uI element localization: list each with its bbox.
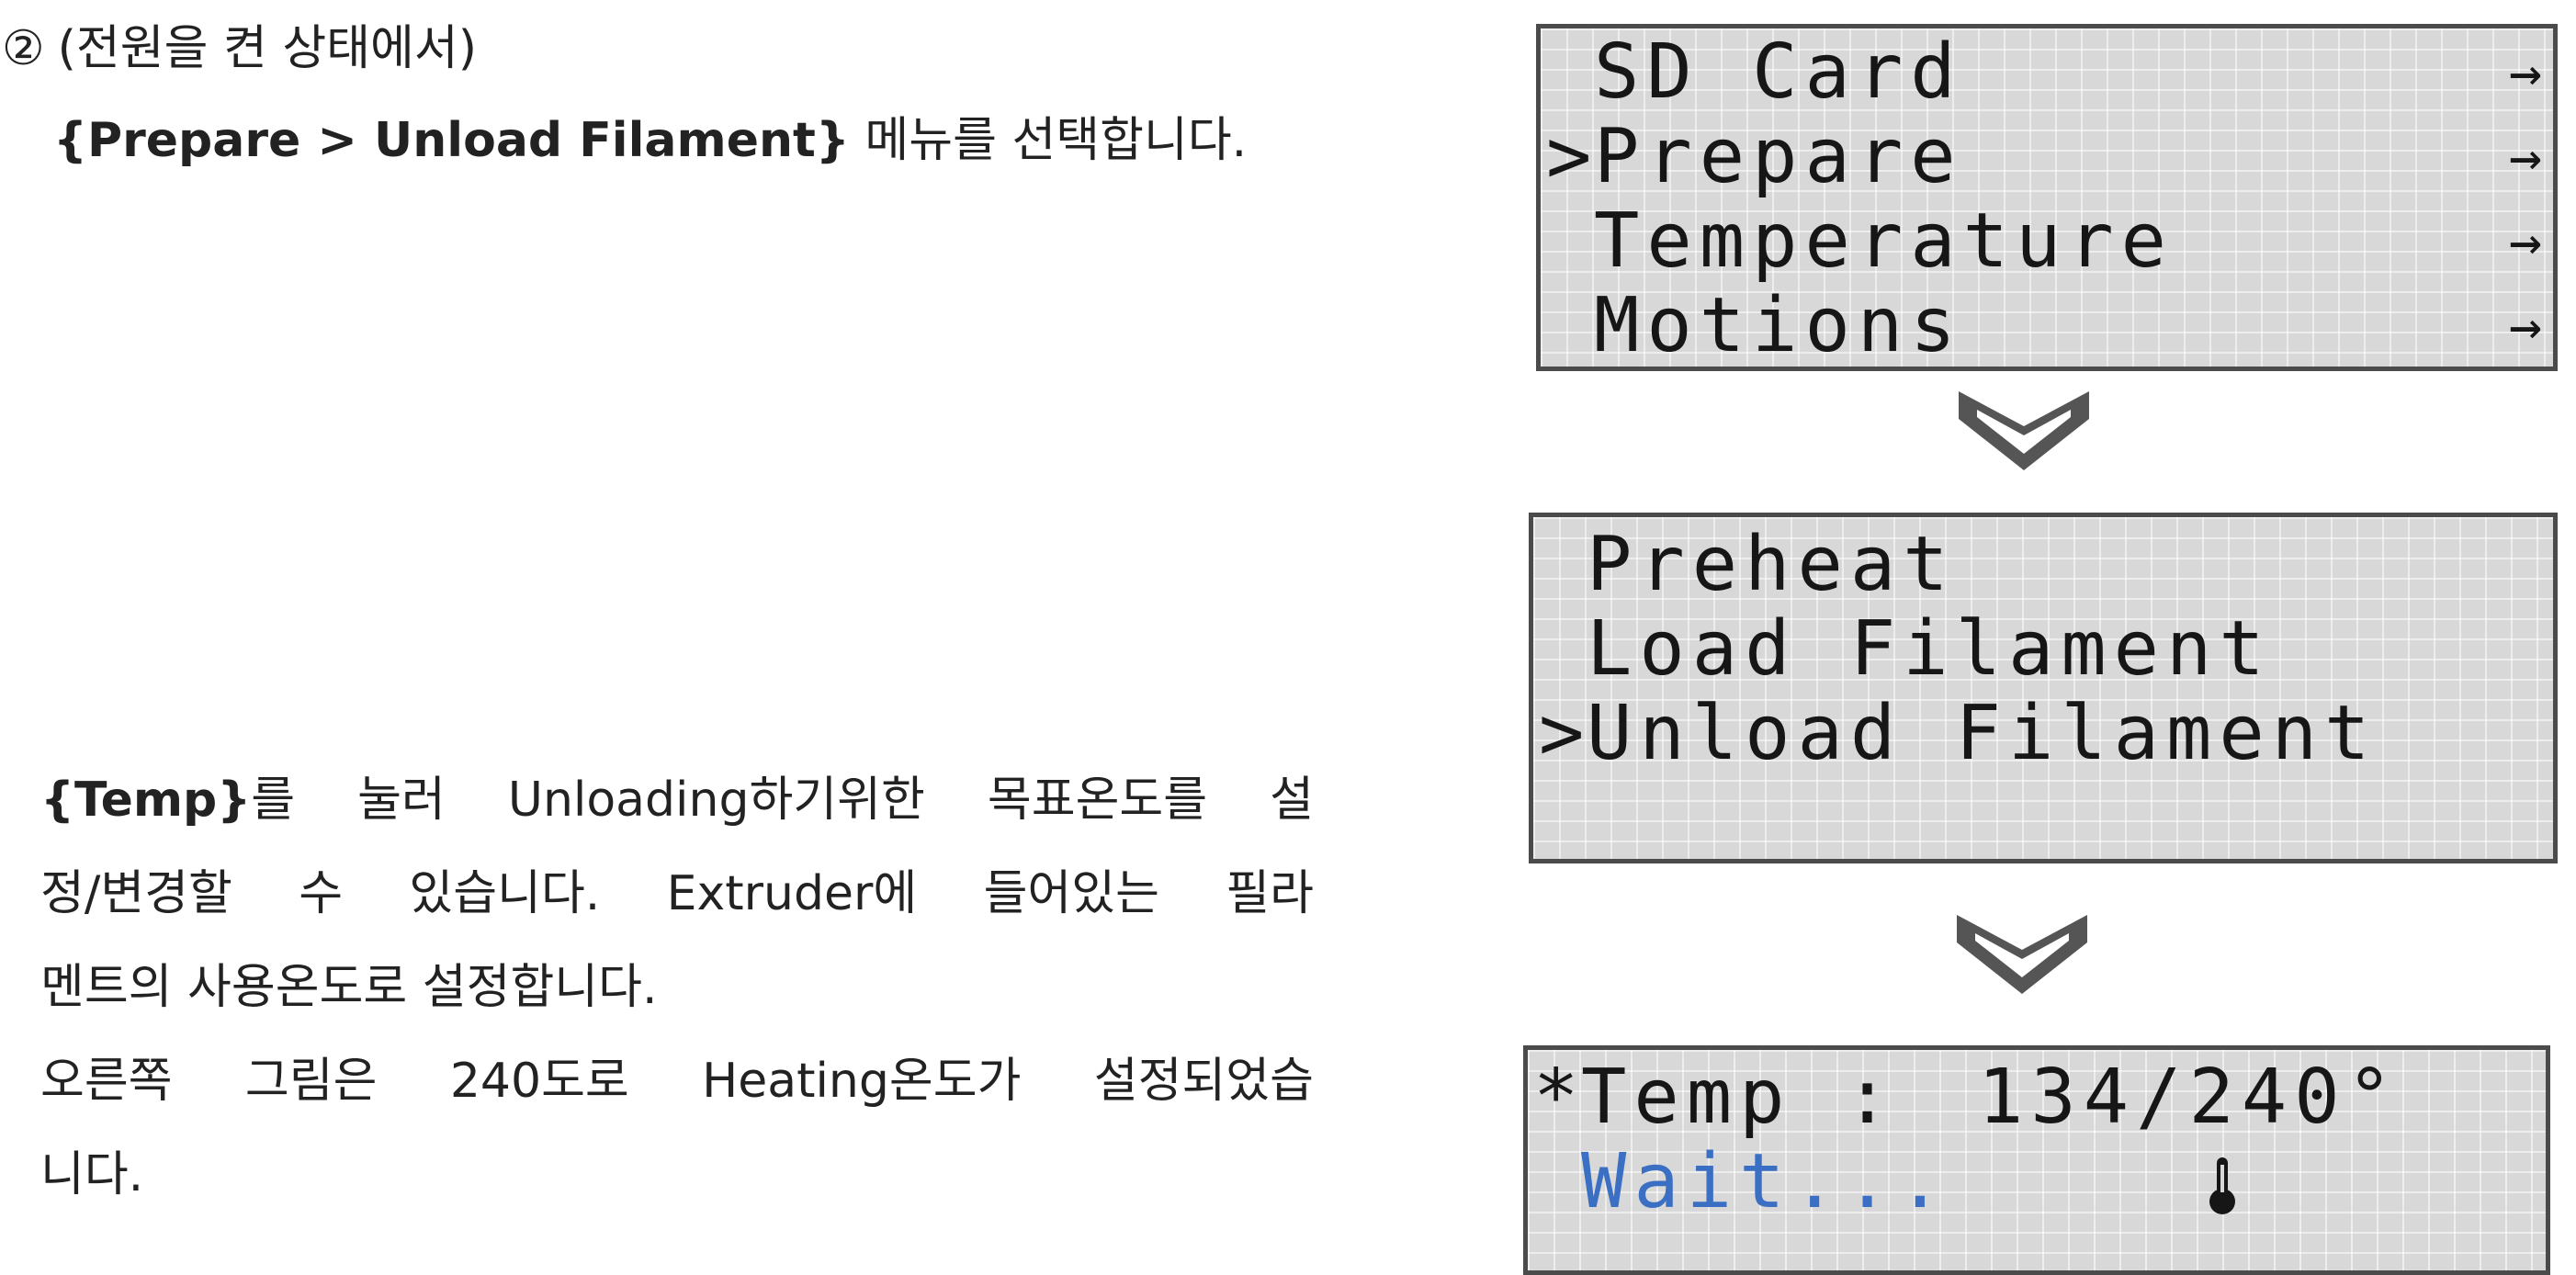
menu-item-label: Prepare <box>1594 113 1963 200</box>
description: {Temp}를 눌러 Unloading하기위한 목표온도를 설 정/변경할 수… <box>40 753 1314 1222</box>
instruction-text: 메뉴를 선택합니다. <box>864 113 1248 168</box>
instruction-menu-path: {Prepare > Unload Filament} <box>53 113 850 168</box>
lcd-menu-item-unload-filament: > Unload Filament <box>1533 692 2553 776</box>
step-heading: ② (전원을 켠 상태에서) <box>2 9 477 78</box>
description-word: 수 <box>299 866 344 921</box>
description-word: 들어있는 <box>983 866 1159 921</box>
submenu-arrow-icon: → <box>2508 294 2542 358</box>
temp-key-label: {Temp} <box>40 773 252 828</box>
menu-item-label: Load Filament <box>1587 605 2272 693</box>
chevron-down-icon <box>1959 391 2089 470</box>
description-word: 설정되었습 <box>1093 1054 1314 1109</box>
description-word: 목표온도를 <box>987 773 1208 828</box>
lcd-menu-item-load-filament: Load Filament <box>1533 607 2553 692</box>
description-line: 니다. <box>40 1128 1314 1222</box>
description-line: 정/변경할 수 있습니다. Extruder에 들어있는 필라 <box>40 847 1314 941</box>
menu-item-label: SD Card <box>1594 28 1963 116</box>
submenu-arrow-icon: → <box>2508 209 2542 274</box>
lcd-menu-item-preheat: Preheat <box>1533 523 2553 607</box>
description-text: 멘트의 사용온도로 설정합니다. <box>40 960 658 1015</box>
menu-item-label: Temperature <box>1594 197 2175 285</box>
description-word: 눌러 <box>357 773 446 828</box>
description-word: {Temp}를 <box>40 753 295 847</box>
lcd-wait-row: Wait... <box>1528 1140 2546 1224</box>
description-line: {Temp}를 눌러 Unloading하기위한 목표온도를 설 <box>40 753 1314 847</box>
wait-text: Wait... <box>1581 1138 1950 1225</box>
description-word: 그림은 <box>244 1054 378 1109</box>
menu-cursor: > <box>1546 113 1592 200</box>
lcd-main-menu: SD Card → > Prepare → Temperature → Moti… <box>1536 24 2558 371</box>
description-word: 를 <box>251 773 296 828</box>
lcd-status-screen: * Temp : 134/240° Wait... <box>1523 1045 2550 1275</box>
description-word: 필라 <box>1226 866 1314 921</box>
step-heading-text: (전원을 켠 상태에서) <box>57 21 477 76</box>
submenu-arrow-icon: → <box>2508 40 2542 105</box>
lcd-empty-row <box>1533 776 2553 859</box>
description-word: 설 <box>1270 773 1314 828</box>
description-word: Heating온도가 <box>702 1054 1022 1109</box>
description-word: Unloading하기위한 <box>507 773 925 828</box>
lcd-menu-item-motions: Motions → <box>1541 282 2553 369</box>
temp-value: 134/240° <box>1978 1054 2400 1141</box>
status-marker: * <box>1533 1054 1579 1141</box>
description-word: Extruder에 <box>666 866 918 921</box>
submenu-arrow-icon: → <box>2508 125 2542 189</box>
description-word: 정/변경할 <box>40 866 232 921</box>
description-line: 오른쪽 그림은 240도로 Heating온도가 설정되었습 <box>40 1034 1314 1128</box>
lcd-menu-item-sd-card: SD Card → <box>1541 30 2553 115</box>
description-word: 240도로 <box>449 1054 629 1109</box>
temp-label: Temp : <box>1581 1054 1898 1141</box>
menu-cursor: > <box>1539 690 1585 777</box>
description-text: 니다. <box>40 1147 144 1202</box>
description-line: 멘트의 사용온도로 설정합니다. <box>40 941 1314 1034</box>
lcd-menu-item-temperature: Temperature → <box>1541 199 2553 284</box>
description-word: 있습니다. <box>409 866 601 921</box>
lcd-menu-item-prepare: > Prepare → <box>1541 115 2553 199</box>
menu-item-label: Unload Filament <box>1587 690 2378 777</box>
menu-item-label: Preheat <box>1587 521 1956 608</box>
menu-item-label: Motions <box>1594 282 1963 369</box>
chevron-down-icon <box>1957 915 2087 994</box>
step-number: ② <box>2 21 45 76</box>
step-instruction: {Prepare > Unload Filament} 메뉴를 선택합니다. <box>53 101 1247 170</box>
description-word: 오른쪽 <box>40 1054 173 1109</box>
lcd-prepare-menu: Preheat Load Filament > Unload Filament <box>1529 513 2558 863</box>
lcd-temp-row: * Temp : 134/240° <box>1528 1054 2546 1214</box>
